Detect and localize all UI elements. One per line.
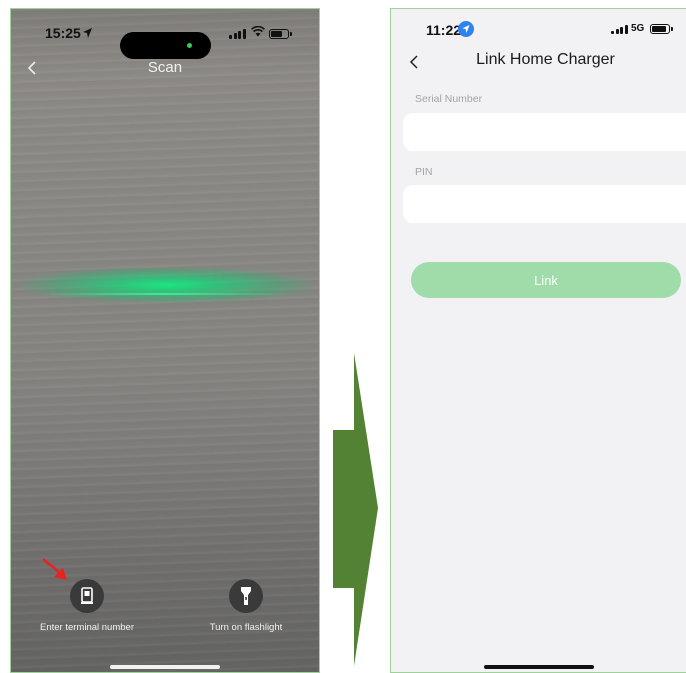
enter-terminal-number-button[interactable]: Enter terminal number	[12, 579, 162, 633]
pin-label: PIN	[415, 166, 433, 178]
dynamic-island	[120, 32, 211, 59]
home-indicator[interactable]	[483, 665, 594, 669]
pin-input[interactable]	[403, 185, 686, 223]
link-home-charger-screen: 11:22 5G Link Home Charger Serial Number…	[390, 8, 686, 673]
enter-terminal-number-label: Enter terminal number	[40, 622, 134, 633]
scan-line	[41, 293, 291, 295]
signal-icon	[611, 25, 628, 34]
terminal-device-icon	[81, 587, 93, 604]
signal-icon	[229, 29, 246, 39]
home-indicator[interactable]	[110, 665, 220, 669]
status-time: 11:22	[426, 22, 462, 38]
link-button[interactable]: Link	[411, 262, 681, 298]
serial-number-label: Serial Number	[415, 93, 483, 105]
scan-line-glow	[21, 267, 311, 303]
location-icon	[458, 21, 474, 37]
flashlight-button[interactable]: Turn on flashlight	[171, 579, 319, 633]
location-arrow-icon	[83, 28, 92, 38]
page-title: Scan	[147, 59, 183, 76]
flashlight-label: Turn on flashlight	[209, 622, 283, 633]
flashlight-icon	[241, 587, 251, 605]
transition-arrow-icon	[333, 353, 378, 666]
status-time: 15:25	[45, 25, 81, 41]
network-type: 5G	[631, 23, 645, 34]
battery-icon	[650, 24, 673, 34]
wifi-icon	[251, 26, 265, 37]
serial-number-input[interactable]	[403, 113, 686, 151]
page-title: Link Home Charger	[476, 51, 615, 68]
battery-icon	[269, 29, 292, 39]
scan-nav-bar: Scan	[11, 57, 319, 81]
status-bar: 15:25	[11, 23, 319, 59]
scan-screen: 15:25 Scan Enter terminal number Turn on…	[10, 8, 320, 673]
